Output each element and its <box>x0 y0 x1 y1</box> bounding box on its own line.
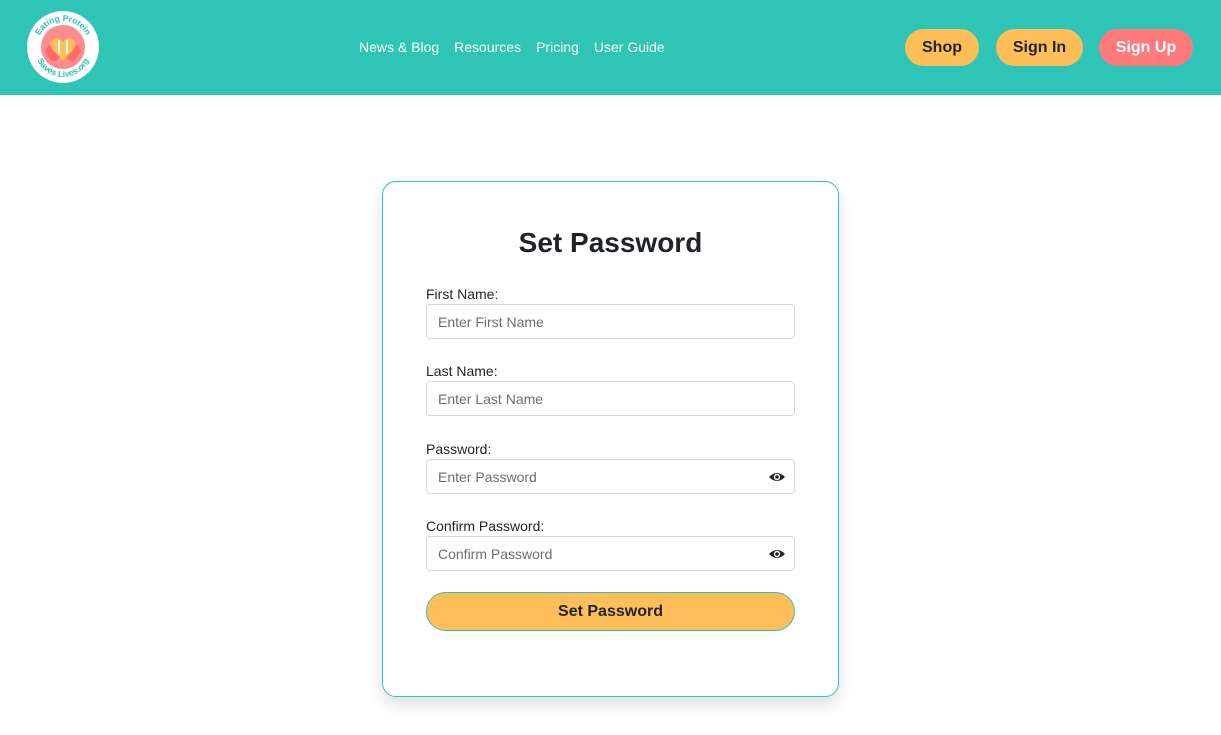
nav-link-news-blog[interactable]: News & Blog <box>359 38 439 56</box>
sign-up-button[interactable]: Sign Up <box>1099 29 1193 66</box>
last-name-field-wrapper <box>426 381 795 416</box>
confirm-password-field-wrapper <box>426 536 795 571</box>
site-header: Eating Protein Saves Lives.org News & Bl… <box>0 0 1221 95</box>
sign-in-button[interactable]: Sign In <box>996 29 1083 66</box>
eye-icon[interactable] <box>768 546 786 562</box>
password-label: Password: <box>426 441 492 457</box>
main-nav: News & Blog Resources Pricing User Guide <box>359 38 665 56</box>
last-name-input[interactable] <box>427 382 794 415</box>
first-name-label: First Name: <box>426 286 499 302</box>
nav-link-resources[interactable]: Resources <box>454 38 521 56</box>
logo-emblem-icon: Eating Protein Saves Lives.org <box>27 11 99 83</box>
nav-link-user-guide[interactable]: User Guide <box>594 38 665 56</box>
set-password-button[interactable]: Set Password <box>426 592 795 631</box>
first-name-input[interactable] <box>427 305 794 338</box>
set-password-card: Set Password First Name: Last Name: Pass… <box>382 181 839 697</box>
password-input[interactable] <box>427 460 794 493</box>
confirm-password-label: Confirm Password: <box>426 518 545 534</box>
password-field-wrapper <box>426 459 795 494</box>
last-name-label: Last Name: <box>426 363 498 379</box>
first-name-field-wrapper <box>426 304 795 339</box>
brand-logo[interactable]: Eating Protein Saves Lives.org <box>27 11 99 83</box>
nav-link-pricing[interactable]: Pricing <box>536 38 579 56</box>
confirm-password-input[interactable] <box>427 537 794 570</box>
page-title: Set Password <box>518 227 703 258</box>
eye-icon[interactable] <box>768 469 786 485</box>
shop-button[interactable]: Shop <box>905 29 979 66</box>
